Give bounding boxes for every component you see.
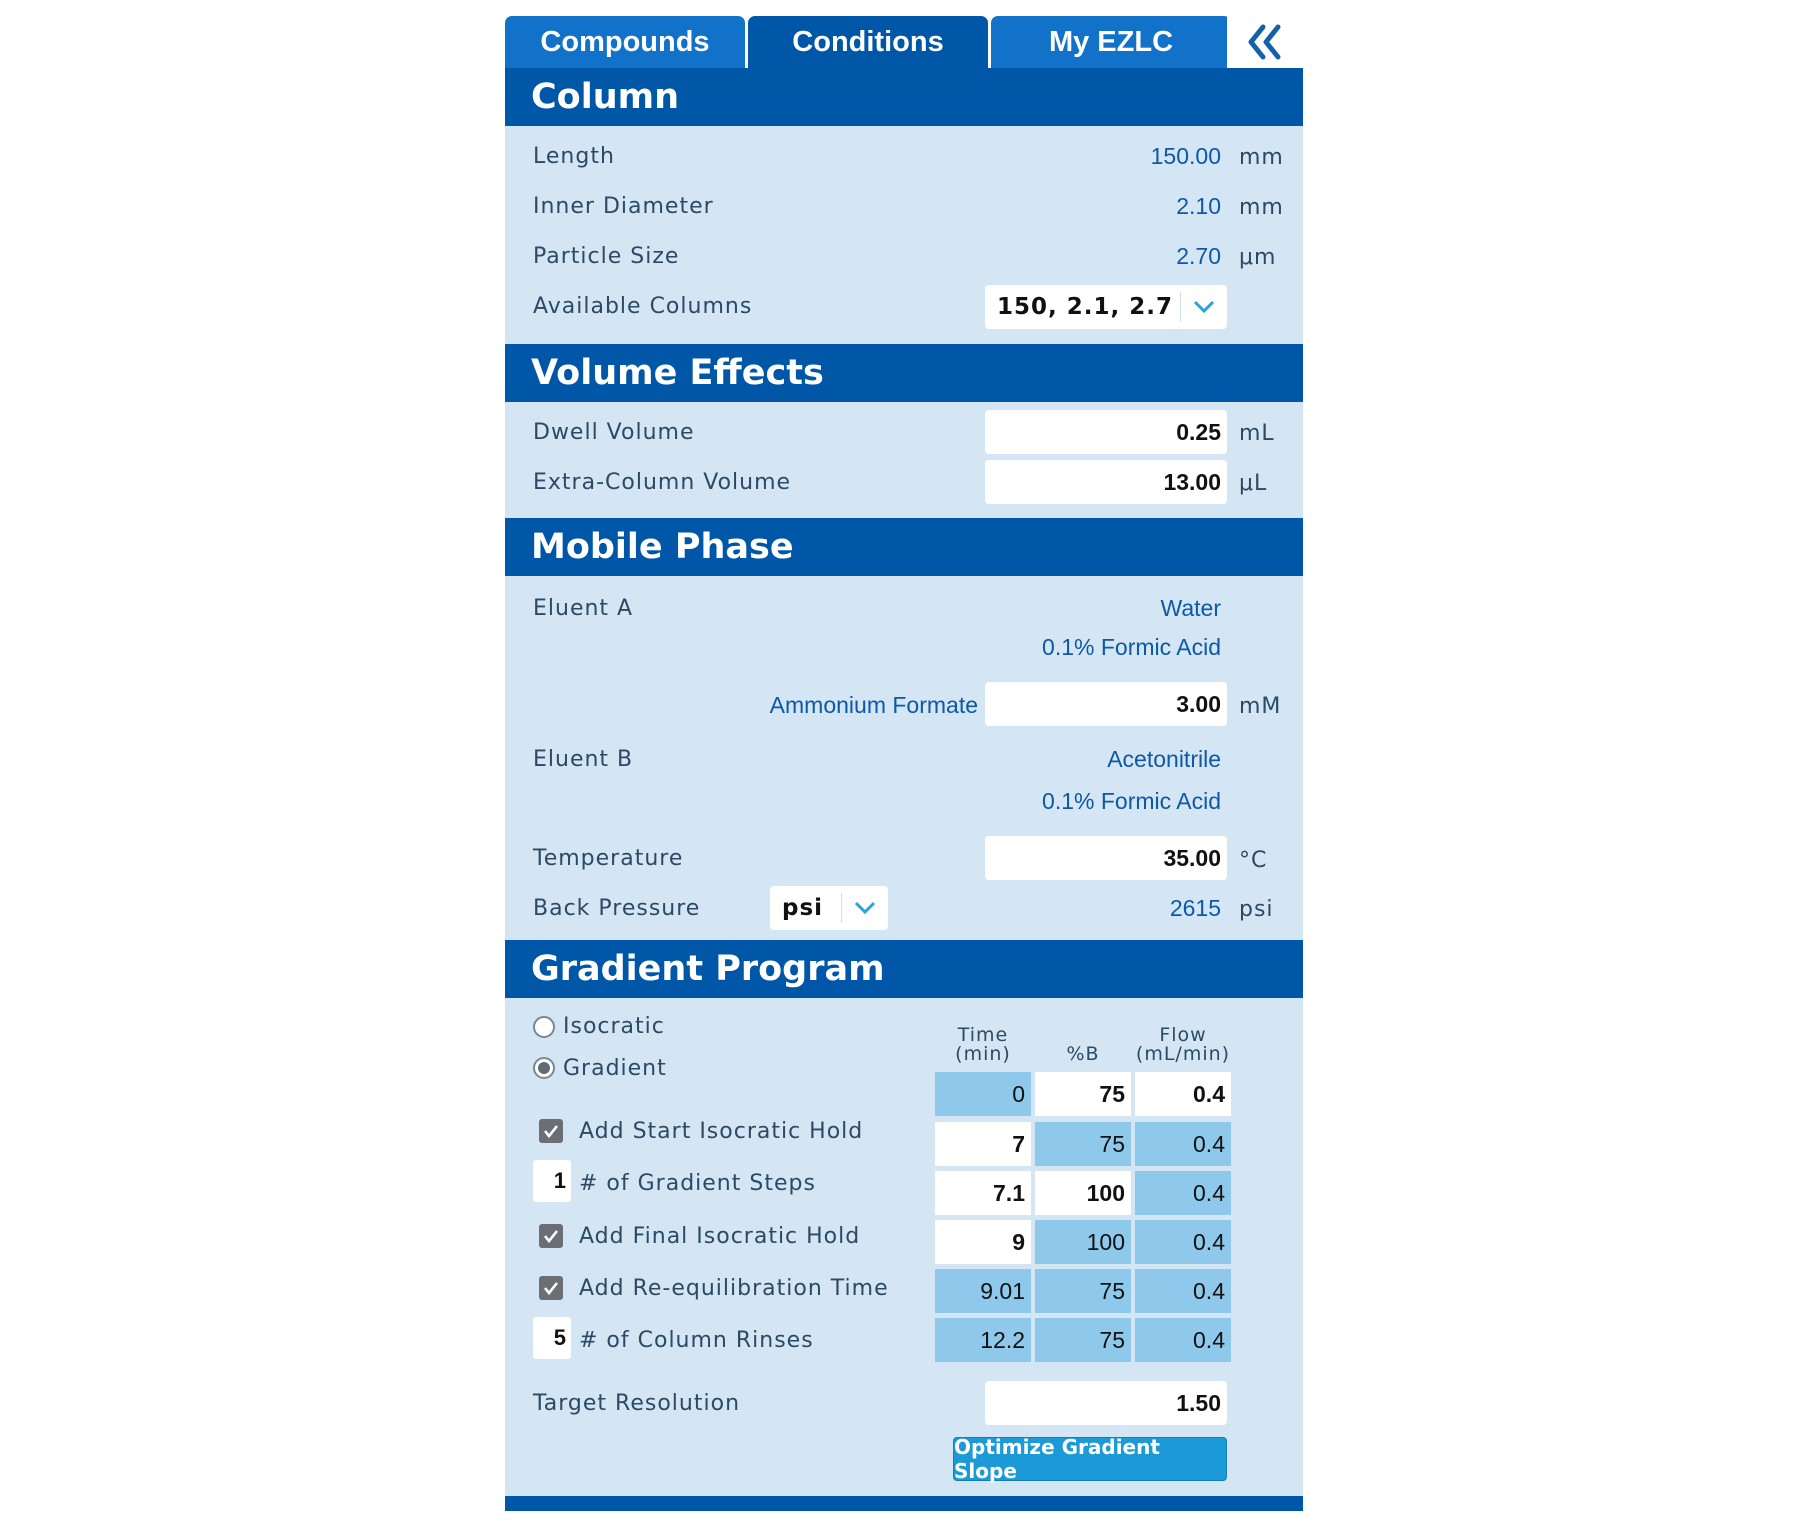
gradient-label: Gradient xyxy=(563,1056,667,1081)
back-pressure-unit: psi xyxy=(1239,897,1274,922)
back-pressure-label: Back Pressure xyxy=(533,896,701,921)
extra-column-volume-input[interactable]: 13.00 xyxy=(985,460,1227,504)
add-reequilibration-checkbox[interactable] xyxy=(539,1276,563,1300)
temperature-input[interactable]: 35.00 xyxy=(985,836,1227,880)
gradient-steps-input[interactable]: 1 xyxy=(533,1160,571,1202)
ammonium-formate-input[interactable]: 3.00 xyxy=(985,682,1227,726)
table-cell-flow[interactable]: 0.4 xyxy=(1135,1220,1231,1264)
percent-b-column-header: %B xyxy=(1066,1043,1100,1065)
time-column-header: Time (min) xyxy=(935,1026,1031,1064)
time-header-line2: (min) xyxy=(955,1043,1011,1065)
table-cell-flow[interactable]: 0.4 xyxy=(1135,1269,1231,1313)
tab-my-ezlc[interactable]: My EZLC xyxy=(991,16,1231,68)
table-cell-flow[interactable]: 0.4 xyxy=(1135,1122,1231,1166)
particle-size-label: Particle Size xyxy=(533,244,680,269)
ammonium-formate-unit: mM xyxy=(1239,694,1282,719)
inner-diameter-unit: mm xyxy=(1239,195,1284,220)
section-header-gradient-program: Gradient Program xyxy=(505,940,1303,998)
section-header-next xyxy=(505,1496,1303,1511)
available-columns-label: Available Columns xyxy=(533,294,753,319)
target-resolution-input[interactable]: 1.50 xyxy=(985,1381,1227,1425)
dwell-volume-label: Dwell Volume xyxy=(533,420,695,445)
back-pressure-value: 2615 xyxy=(1169,895,1221,921)
checkmark-icon xyxy=(543,1230,559,1244)
inner-diameter-value: 2.10 xyxy=(1176,193,1221,219)
double-chevron-left-icon xyxy=(1248,24,1281,60)
dwell-volume-unit: mL xyxy=(1239,421,1275,446)
length-value: 150.00 xyxy=(1150,143,1221,169)
conditions-panel: Compounds Conditions My EZLC Column Leng… xyxy=(505,16,1303,1511)
table-cell-time[interactable]: 7.1 xyxy=(935,1171,1031,1215)
table-cell-flow[interactable]: 0.4 xyxy=(1135,1318,1231,1362)
add-start-hold-checkbox[interactable] xyxy=(539,1119,563,1143)
pressure-unit-selected: psi xyxy=(782,895,824,921)
gradient-radio[interactable] xyxy=(533,1057,555,1079)
flow-column-header: Flow (mL/min) xyxy=(1131,1026,1235,1064)
collapse-panel-button[interactable] xyxy=(1227,16,1303,68)
table-cell-time[interactable]: 0 xyxy=(935,1072,1031,1116)
table-cell-percent-b[interactable]: 100 xyxy=(1035,1171,1131,1215)
eluent-a-label: Eluent A xyxy=(533,596,634,621)
section-header-volume-effects: Volume Effects xyxy=(505,344,1303,402)
temperature-label: Temperature xyxy=(533,846,684,871)
eluent-a-additive: 0.1% Formic Acid xyxy=(1042,634,1221,660)
particle-size-value: 2.70 xyxy=(1176,243,1221,269)
chevron-down-icon xyxy=(1180,292,1227,322)
checkmark-icon xyxy=(543,1282,559,1296)
length-unit: mm xyxy=(1239,145,1284,170)
optimize-gradient-slope-button[interactable]: Optimize Gradient Slope xyxy=(953,1435,1227,1483)
available-columns-selected: 150, 2.1, 2.7 xyxy=(997,294,1173,320)
isocratic-label: Isocratic xyxy=(563,1014,665,1039)
target-resolution-label: Target Resolution xyxy=(533,1391,741,1416)
table-cell-percent-b[interactable]: 75 xyxy=(1035,1269,1131,1313)
add-final-hold-checkbox[interactable] xyxy=(539,1224,563,1248)
pressure-unit-select[interactable]: psi xyxy=(770,886,888,930)
tab-conditions[interactable]: Conditions xyxy=(748,16,988,68)
eluent-b-solvent: Acetonitrile xyxy=(1107,746,1221,772)
available-columns-select[interactable]: 150, 2.1, 2.7 xyxy=(985,285,1227,329)
table-cell-time[interactable]: 9.01 xyxy=(935,1269,1031,1313)
add-final-hold-label: Add Final Isocratic Hold xyxy=(579,1224,861,1249)
eluent-a-solvent: Water xyxy=(1160,595,1222,621)
section-header-column: Column xyxy=(505,68,1303,126)
temperature-unit: °C xyxy=(1239,848,1268,873)
table-cell-percent-b[interactable]: 100 xyxy=(1035,1220,1131,1264)
add-reequilibration-label: Add Re-equilibration Time xyxy=(579,1276,889,1301)
table-cell-flow[interactable]: 0.4 xyxy=(1135,1072,1231,1116)
inner-diameter-label: Inner Diameter xyxy=(533,194,714,219)
tab-compounds[interactable]: Compounds xyxy=(505,16,745,68)
table-cell-percent-b[interactable]: 75 xyxy=(1035,1318,1131,1362)
ammonium-formate-label: Ammonium Formate xyxy=(769,692,978,718)
chevron-down-icon xyxy=(841,893,888,923)
flow-header-line2: (mL/min) xyxy=(1135,1043,1231,1065)
table-cell-percent-b[interactable]: 75 xyxy=(1035,1122,1131,1166)
column-rinses-input[interactable]: 5 xyxy=(533,1317,571,1359)
eluent-b-additive: 0.1% Formic Acid xyxy=(1042,788,1221,814)
length-label: Length xyxy=(533,144,615,169)
table-cell-flow[interactable]: 0.4 xyxy=(1135,1171,1231,1215)
table-cell-time[interactable]: 7 xyxy=(935,1122,1031,1166)
table-cell-percent-b[interactable]: 75 xyxy=(1035,1072,1131,1116)
checkmark-icon xyxy=(543,1125,559,1139)
column-rinses-label: # of Column Rinses xyxy=(579,1328,814,1353)
section-header-mobile-phase: Mobile Phase xyxy=(505,518,1303,576)
table-cell-time[interactable]: 9 xyxy=(935,1220,1031,1264)
eluent-b-label: Eluent B xyxy=(533,747,634,772)
table-cell-time[interactable]: 12.2 xyxy=(935,1318,1031,1362)
dwell-volume-input[interactable]: 0.25 xyxy=(985,410,1227,454)
extra-column-volume-unit: μL xyxy=(1239,471,1268,496)
particle-size-unit: μm xyxy=(1239,245,1277,270)
tab-bar: Compounds Conditions My EZLC xyxy=(505,16,1303,68)
isocratic-radio[interactable] xyxy=(533,1016,555,1038)
extra-column-volume-label: Extra-Column Volume xyxy=(533,470,792,495)
add-start-hold-label: Add Start Isocratic Hold xyxy=(579,1119,864,1144)
gradient-steps-label: # of Gradient Steps xyxy=(579,1171,816,1196)
